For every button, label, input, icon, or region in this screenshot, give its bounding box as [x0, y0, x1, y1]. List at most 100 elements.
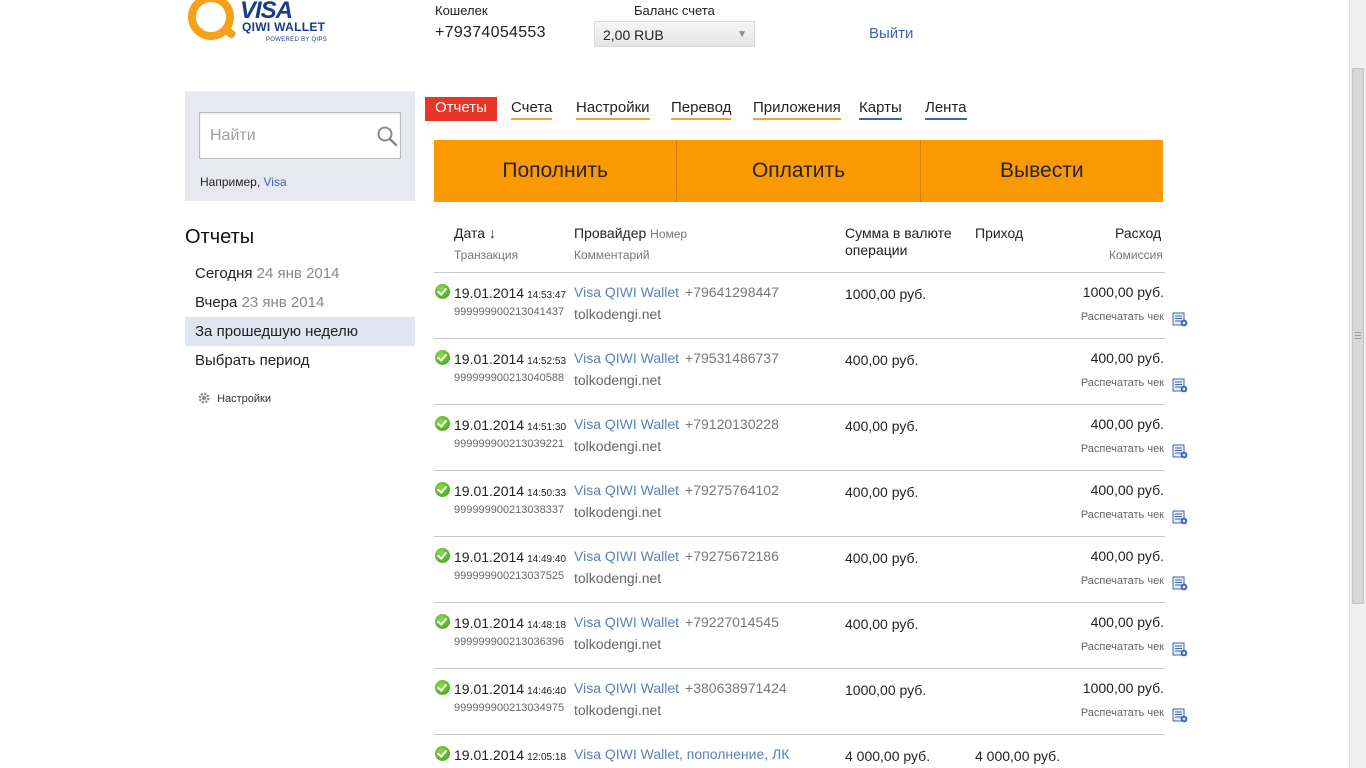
print-receipt-link[interactable]: Распечатать чек	[1081, 509, 1164, 521]
row-transaction-id: 999999900213037525	[454, 570, 565, 582]
row-date: 19.01.2014 14:49:40	[454, 549, 567, 565]
search-hint-link[interactable]: Visa	[264, 175, 287, 189]
balance-label: Баланс счета	[634, 3, 715, 18]
print-receipt-link[interactable]: Распечатать чек	[1081, 377, 1164, 389]
printer-icon[interactable]	[1172, 510, 1188, 525]
row-provider-link[interactable]: Visa QIWI Wallet	[574, 680, 679, 696]
wallet-number: +79374054553	[435, 24, 546, 41]
tab-reports[interactable]: Отчеты	[425, 97, 497, 121]
sidebar-item-choose-period[interactable]: Выбрать период	[185, 346, 415, 375]
success-check-icon	[435, 416, 450, 431]
success-check-icon	[435, 548, 450, 563]
row-number: +79275672186	[685, 548, 779, 564]
print-receipt-link[interactable]: Распечатать чек	[1081, 707, 1164, 719]
header-transaction: Транзакция	[454, 248, 519, 262]
tab-transfer[interactable]: Перевод	[671, 97, 732, 120]
row-sum: 1000,00 руб.	[845, 682, 927, 698]
balance-select[interactable]: 2,00 RUB ▼	[594, 21, 755, 47]
tab-accounts[interactable]: Счета	[511, 97, 553, 120]
top-up-button[interactable]: Пополнить	[434, 140, 676, 202]
row-provider: Visa QIWI Wallet +79120130228	[574, 416, 779, 432]
table-row[interactable]: 19.01.2014 14:51:30 999999900213039221 Visa…	[434, 404, 1188, 470]
row-time: 14:52:53	[527, 356, 567, 367]
row-provider: Visa QIWI Wallet +79227014545	[574, 614, 779, 630]
table-row[interactable]: 19.01.2014 12:05:18 Visa QIWI Wallet, попо…	[434, 734, 1165, 768]
search-input[interactable]: Найти	[199, 112, 401, 159]
row-expense: 1000,00 руб.	[1082, 284, 1164, 300]
printer-icon[interactable]	[1172, 576, 1188, 591]
print-receipt-link[interactable]: Распечатать чек	[1081, 575, 1164, 587]
tab-cards[interactable]: Карты	[859, 97, 902, 120]
success-check-icon	[435, 482, 450, 497]
row-time: 14:49:40	[527, 554, 567, 565]
row-comment: tolkodengi.net	[574, 702, 662, 718]
table-row[interactable]: 19.01.2014 14:50:33 999999900213038337 Visa…	[434, 470, 1188, 536]
header-income[interactable]: Приход	[975, 225, 1023, 241]
row-expense: 400,00 руб.	[1090, 350, 1164, 366]
row-provider: Visa QIWI Wallet +380638971424	[574, 680, 787, 696]
sidebar-item-yesterday[interactable]: Вчера 23 янв 2014	[185, 288, 415, 317]
printer-icon[interactable]	[1172, 708, 1188, 723]
row-time: 14:46:40	[527, 686, 567, 697]
header-commission: Комиссия	[1109, 248, 1163, 262]
row-time: 14:53:47	[527, 290, 567, 301]
row-provider-link[interactable]: Visa QIWI Wallet	[574, 284, 679, 300]
row-date: 19.01.2014 12:05:18	[454, 747, 567, 763]
scrollbar-grip-icon	[1355, 332, 1361, 339]
row-provider-link[interactable]: Visa QIWI Wallet	[574, 548, 679, 564]
row-provider-link[interactable]: Visa QIWI Wallet	[574, 482, 679, 498]
row-sum: 1000,00 руб.	[845, 286, 927, 302]
printer-icon[interactable]	[1172, 378, 1188, 393]
row-expense: 400,00 руб.	[1090, 548, 1164, 564]
print-receipt-link[interactable]: Распечатать чек	[1081, 641, 1164, 653]
row-sum: 400,00 руб.	[845, 418, 919, 434]
sidebar-item-today[interactable]: Сегодня 24 янв 2014	[185, 259, 415, 288]
action-buttons: Пополнить Оплатить Вывести	[434, 140, 1163, 202]
row-number: +79120130228	[685, 416, 779, 432]
tab-settings[interactable]: Настройки	[576, 97, 650, 120]
print-receipt-link[interactable]: Распечатать чек	[1081, 311, 1164, 323]
row-provider-link[interactable]: Visa QIWI Wallet, пополнение, ЛК	[574, 746, 789, 762]
row-provider-link[interactable]: Visa QIWI Wallet	[574, 350, 679, 366]
row-provider: Visa QIWI Wallet +79641298447	[574, 284, 779, 300]
success-check-icon	[435, 746, 450, 761]
success-check-icon	[435, 680, 450, 695]
row-transaction-id: 999999900213034975	[454, 702, 565, 714]
header-provider[interactable]: Провайдер Номер	[574, 225, 687, 241]
printer-icon[interactable]	[1172, 312, 1188, 327]
row-provider-link[interactable]: Visa QIWI Wallet	[574, 614, 679, 630]
row-date: 19.01.2014 14:46:40	[454, 681, 567, 697]
row-expense: 400,00 руб.	[1090, 482, 1164, 498]
row-time: 14:51:30	[527, 422, 567, 433]
row-date: 19.01.2014 14:50:33	[454, 483, 567, 499]
search-icon[interactable]	[376, 125, 398, 147]
table-row[interactable]: 19.01.2014 14:49:40 999999900213037525 Visa…	[434, 536, 1188, 602]
sidebar-settings-link[interactable]: Настройки	[197, 391, 271, 405]
header-expense[interactable]: Расход	[1115, 225, 1161, 241]
arrow-down-icon: ▼	[737, 29, 747, 40]
row-date: 19.01.2014 14:48:18	[454, 615, 567, 631]
qiwi-logo[interactable]: VISA QIWI WALLET POWERED BY QIPS	[188, 0, 338, 50]
header-sum[interactable]: Сумма в валюте операции	[845, 225, 952, 259]
success-check-icon	[435, 614, 450, 629]
row-provider-link[interactable]: Visa QIWI Wallet	[574, 416, 679, 432]
print-receipt-link[interactable]: Распечатать чек	[1081, 443, 1164, 455]
sidebar-item-last-week[interactable]: За прошедшую неделю	[185, 317, 415, 346]
printer-icon[interactable]	[1172, 444, 1188, 459]
row-number: +79531486737	[685, 350, 779, 366]
header-date[interactable]: Дата ↓	[454, 225, 496, 241]
table-row[interactable]: 19.01.2014 14:52:53 999999900213040588 Visa…	[434, 338, 1188, 404]
table-row[interactable]: 19.01.2014 14:53:47 999999900213041437 Visa…	[434, 272, 1188, 338]
row-time: 12:05:18	[527, 752, 567, 763]
tab-apps[interactable]: Приложения	[753, 97, 841, 120]
tab-feed[interactable]: Лента	[925, 97, 967, 120]
table-row[interactable]: 19.01.2014 14:48:18 999999900213036396 Visa…	[434, 602, 1188, 668]
logout-link[interactable]: Выйти	[869, 25, 913, 42]
page-scrollbar[interactable]	[1349, 0, 1366, 768]
withdraw-button[interactable]: Вывести	[919, 140, 1163, 202]
pay-button[interactable]: Оплатить	[676, 140, 919, 202]
row-sum: 400,00 руб.	[845, 550, 919, 566]
printer-icon[interactable]	[1172, 642, 1188, 657]
search-hint: Например, Visa	[200, 175, 287, 189]
table-row[interactable]: 19.01.2014 14:46:40 999999900213034975 Visa…	[434, 668, 1188, 734]
